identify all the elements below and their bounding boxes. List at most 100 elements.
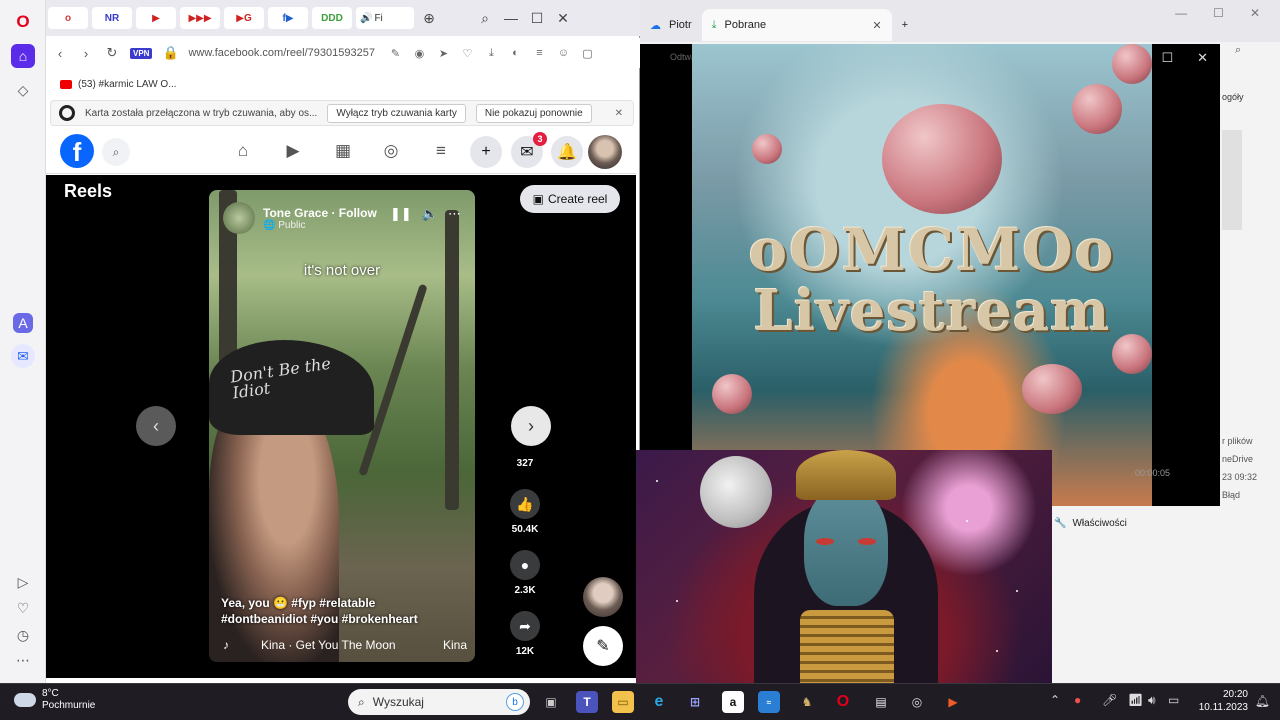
wifi-icon[interactable]: 📶︎ <box>1128 693 1143 707</box>
download-icon[interactable]: ⤓ <box>484 47 498 60</box>
favorites-icon[interactable]: ♡ <box>11 596 35 620</box>
browser-tab[interactable]: ▶G <box>224 7 264 29</box>
close-tab-icon[interactable]: ✕ <box>872 19 881 32</box>
more-options-icon[interactable]: ⋯ <box>448 206 461 222</box>
edit-icon[interactable]: ✎ <box>583 626 623 666</box>
close-button[interactable]: ✕ <box>1197 50 1208 66</box>
more-icon[interactable]: ⋯ <box>11 648 35 672</box>
history-icon[interactable]: ◷ <box>11 623 35 647</box>
browser-tab[interactable]: o <box>48 7 88 29</box>
opera-taskbar-icon[interactable]: O <box>832 691 854 713</box>
edge-icon[interactable]: e <box>648 691 670 713</box>
player-icon[interactable]: ▷ <box>11 570 35 594</box>
reload-icon[interactable]: ↻ <box>104 45 120 61</box>
tab-piotr[interactable]: ☁ Piotr <box>640 9 702 41</box>
menu-nav-icon[interactable]: ≡ <box>428 138 454 164</box>
browser-tab[interactable]: f▶ <box>268 7 308 29</box>
home-icon[interactable]: ⌂ <box>11 44 35 68</box>
minimize-button[interactable]: — <box>500 7 522 29</box>
taskbar-search[interactable]: ⌕ Wyszukaj b <box>348 689 530 715</box>
volume-icon[interactable]: 🔈 <box>422 206 438 222</box>
teams-icon[interactable]: T <box>576 691 598 713</box>
comment-icon[interactable]: ● <box>510 550 540 580</box>
antivirus-icon[interactable]: ● <box>1074 693 1081 707</box>
author-avatar[interactable] <box>223 202 255 234</box>
bookmark-item[interactable]: (53) #karmic LAW O... <box>78 79 177 90</box>
microphone-icon[interactable]: 🎤︎ <box>1102 693 1117 707</box>
store-icon[interactable]: ⊞ <box>684 691 706 713</box>
volume-icon[interactable]: 🔊︎ <box>1148 693 1156 708</box>
browser-tab[interactable]: DDD <box>312 7 352 29</box>
file-explorer-icon[interactable]: ▭ <box>612 691 634 713</box>
media-player-window[interactable]: Odtwarzacz multimedialny oOMCMOo Livestr… <box>640 44 1220 506</box>
game-icon[interactable]: ♞ <box>796 691 818 713</box>
explorer-search-icon[interactable]: ⌕ <box>1235 44 1241 57</box>
profile-avatar[interactable] <box>588 135 622 169</box>
video-nav-icon[interactable]: ▶ <box>280 138 306 164</box>
cube-icon[interactable]: ▢ <box>580 47 594 60</box>
new-tab-button[interactable]: + <box>892 9 918 41</box>
create-icon[interactable]: + <box>470 136 502 168</box>
properties-button[interactable]: 🔧 Właściwości <box>1054 518 1127 529</box>
like-icon[interactable]: 👍 <box>510 489 540 519</box>
menu-icon[interactable]: ≡ <box>532 47 546 59</box>
share-action[interactable]: ➦ 12K <box>504 611 546 657</box>
forward-icon[interactable]: › <box>78 46 94 61</box>
media-player-icon[interactable]: ▶ <box>942 691 964 713</box>
facebook-logo[interactable]: f <box>60 134 94 168</box>
profile-icon[interactable]: ☺ <box>556 47 570 59</box>
back-icon[interactable]: ‹ <box>52 46 68 61</box>
browser-tab[interactable]: ▶ <box>136 7 176 29</box>
like-action[interactable]: 👍 50.4K <box>504 489 546 535</box>
marketplace-nav-icon[interactable]: ▦ <box>330 138 356 164</box>
previous-reel-button[interactable]: ‹ <box>136 406 176 446</box>
new-tab-button[interactable]: ⊕ <box>418 7 440 29</box>
url-field[interactable]: www.facebook.com/reel/79301593257 <box>188 47 378 59</box>
disable-snooze-button[interactable]: Wyłącz tryb czuwania karty <box>327 103 466 123</box>
obs-icon[interactable]: ◎ <box>906 691 928 713</box>
reel-video[interactable]: Don't Be the Idiot Tone Grace · Follow 🌐… <box>209 190 475 662</box>
browser-tab[interactable]: NR <box>92 7 132 29</box>
camera-icon[interactable]: ◉ <box>412 47 426 60</box>
task-view-icon[interactable]: ▣ <box>540 691 562 713</box>
opera-logo-icon[interactable]: O <box>11 10 35 34</box>
messenger-icon[interactable]: ✉ 3 <box>511 132 547 168</box>
maximize-button[interactable]: ☐ <box>1213 6 1224 20</box>
comment-action[interactable]: ● 2.3K <box>504 550 546 596</box>
notifications-bell-icon[interactable]: 🔔︎ <box>1255 694 1270 708</box>
theme-icon[interactable]: ◐ <box>508 47 522 59</box>
battery-icon[interactable]: ▭ <box>1168 693 1179 707</box>
clock[interactable]: 20:20 10.11.2023 <box>1199 688 1248 714</box>
maximize-button[interactable]: ☐ <box>526 7 548 29</box>
tab-downloads[interactable]: ⤓ Pobrane ✕ <box>701 9 892 41</box>
start-button[interactable] <box>316 691 338 713</box>
browser-tab[interactable]: ▶▶▶ <box>180 7 220 29</box>
vpn-badge[interactable]: VPN <box>130 47 153 59</box>
weather-widget[interactable]: 8°C Pochmurnie <box>14 688 95 712</box>
search-tabs-icon[interactable]: ⌕ <box>474 7 496 29</box>
send-icon[interactable]: ➤ <box>436 47 450 60</box>
aria-ai-icon[interactable]: A <box>13 313 33 333</box>
notifications-icon[interactable]: 🔔 <box>551 136 583 168</box>
next-reel-button[interactable]: › <box>511 406 551 446</box>
pause-icon[interactable]: ❚❚ <box>390 206 412 222</box>
home-nav-icon[interactable]: ⌂ <box>230 138 256 164</box>
reel-music[interactable]: ♪ Kina · Get You The Moon Kina <box>223 638 467 652</box>
tab-active[interactable]: 🔊 Fi <box>356 7 414 29</box>
close-button[interactable]: ✕ <box>552 7 574 29</box>
heart-icon[interactable]: ♡ <box>460 47 474 60</box>
messenger-sidebar-icon[interactable]: ✉ <box>11 344 35 368</box>
reactions-action[interactable]: 327 <box>504 453 546 469</box>
amazon-icon[interactable]: a <box>722 691 744 713</box>
tray-expand-icon[interactable]: ⌃ <box>1050 693 1060 707</box>
close-notice-icon[interactable]: ✕ <box>615 108 623 119</box>
app-icon[interactable]: ≈ <box>758 691 780 713</box>
author-name[interactable]: Tone Grace · Follow <box>263 206 377 220</box>
search-icon[interactable]: ⌕ <box>102 138 130 166</box>
groups-nav-icon[interactable]: ◎ <box>378 138 404 164</box>
author-avatar-small[interactable] <box>583 577 623 617</box>
close-button[interactable]: ✕ <box>1250 6 1260 20</box>
create-reel-button[interactable]: ▣ Create reel <box>520 185 620 213</box>
minimize-button[interactable]: — <box>1175 6 1187 20</box>
maximize-button[interactable]: ☐ <box>1161 50 1173 66</box>
